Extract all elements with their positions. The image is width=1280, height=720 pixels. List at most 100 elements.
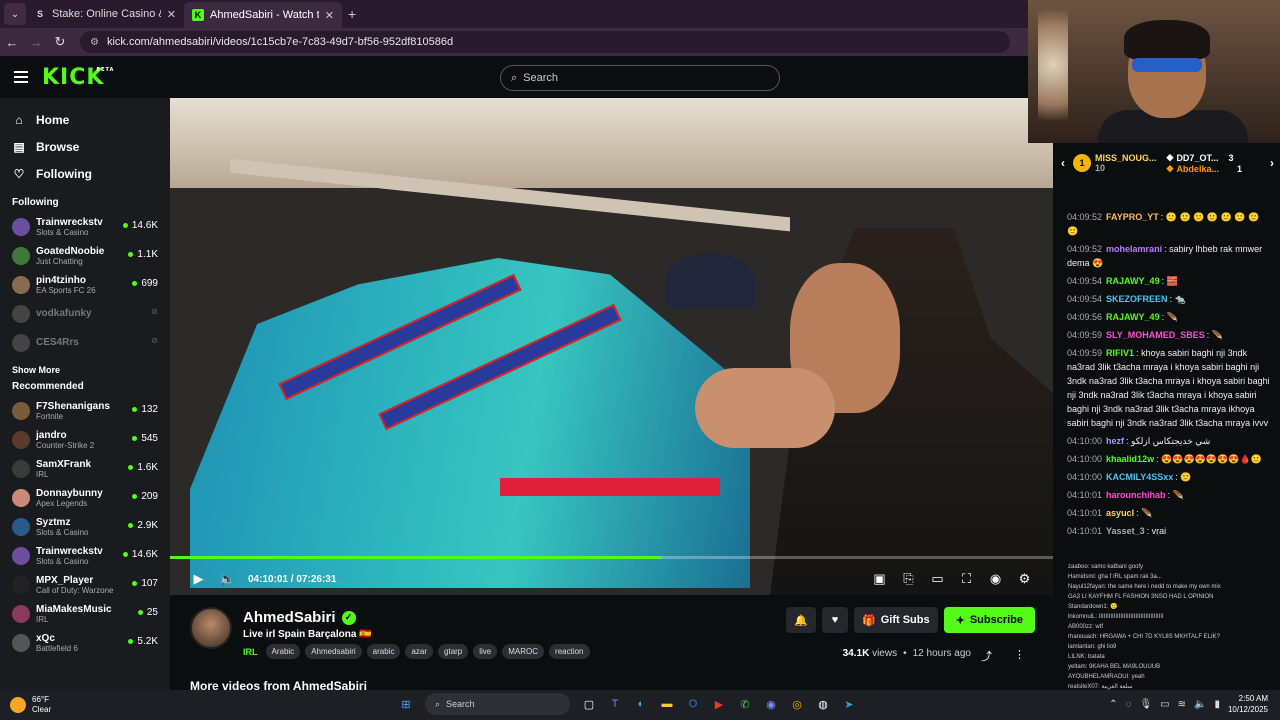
gifter-1[interactable]: 1 MISS_NOUG... 10: [1073, 153, 1157, 173]
channel-item[interactable]: xQc Battlefield 6 5.2K: [0, 628, 170, 657]
notify-bell-icon[interactable]: 🔔: [786, 607, 816, 633]
seek-bar[interactable]: [170, 556, 1053, 559]
tag-chip[interactable]: gtarp: [438, 644, 469, 659]
chat-username[interactable]: hezf: [1106, 436, 1124, 446]
channel-item[interactable]: Trainwreckstv Slots & Casino 14.6K: [0, 212, 170, 241]
wifi-icon[interactable]: ≋: [1178, 699, 1186, 710]
tag-chip[interactable]: reaction: [549, 644, 590, 659]
speed-icon[interactable]: ◉: [981, 571, 1010, 587]
task-view-icon[interactable]: ▢: [578, 693, 600, 715]
tag-chip[interactable]: live: [473, 644, 498, 659]
channel-item[interactable]: pin4tzinho EA Sports FC 26 699: [0, 270, 170, 299]
subscribe-button[interactable]: ✦ Subscribe: [943, 607, 1035, 633]
chat-username[interactable]: SLY_MOHAMED_SBES: [1106, 330, 1205, 340]
streamer-avatar[interactable]: [190, 607, 232, 649]
youtube-icon[interactable]: ▶: [708, 693, 730, 715]
tab-list-button[interactable]: ⌄: [4, 3, 26, 25]
show-more-button[interactable]: Show More: [0, 365, 170, 375]
sidebar-nav-browse[interactable]: ▤ Browse: [0, 133, 170, 160]
whatsapp-icon[interactable]: ✆: [734, 693, 756, 715]
chat-username[interactable]: RAJAWY_49: [1106, 312, 1160, 322]
chrome-icon[interactable]: ◎: [786, 693, 808, 715]
taskbar-search[interactable]: ⌕ Search: [425, 693, 570, 715]
outlook-icon[interactable]: O: [682, 693, 704, 715]
chat-username[interactable]: KACMILY4SSxx: [1106, 472, 1173, 482]
tag-chip[interactable]: azar: [405, 644, 434, 659]
tray-chevron-icon[interactable]: ⌃: [1109, 699, 1117, 710]
file-explorer-icon[interactable]: ▬: [656, 693, 678, 715]
theater-mode-icon[interactable]: ▭: [923, 571, 952, 587]
chat-username[interactable]: mohelamrani: [1106, 244, 1162, 254]
speaker-icon[interactable]: 🔈: [1194, 699, 1206, 710]
tag-chip[interactable]: Arabic: [265, 644, 301, 659]
kick-logo[interactable]: KICK BETA: [42, 65, 113, 90]
gifter-2[interactable]: ◆ DD7_OT... 3: [1167, 152, 1242, 163]
battery-icon[interactable]: ▮: [1214, 699, 1220, 710]
discord-icon[interactable]: ◉: [760, 693, 782, 715]
weather-widget[interactable]: 66°F Clear: [10, 695, 51, 715]
display-icon[interactable]: ▭: [1160, 699, 1169, 710]
chat-username[interactable]: SKEZOFREEN: [1106, 294, 1168, 304]
channel-item[interactable]: Donnaybunny Apex Legends 209: [0, 483, 170, 512]
chat-username[interactable]: Yasset_3: [1106, 526, 1145, 536]
pip-icon[interactable]: ▣: [865, 571, 894, 587]
reload-icon[interactable]: ↻: [48, 34, 72, 50]
channel-item[interactable]: CES4Rrs ⊘: [0, 328, 170, 357]
gift-subs-button[interactable]: 🎁 Gift Subs: [854, 607, 938, 633]
channel-item[interactable]: vodkafunky ⊘: [0, 299, 170, 328]
share-icon[interactable]: ⤴: [981, 648, 992, 664]
chat-username[interactable]: asyucl: [1106, 508, 1134, 518]
back-icon[interactable]: ←: [0, 35, 24, 50]
channel-item[interactable]: GoatedNoobie Just Chatting 1.1K: [0, 241, 170, 270]
category-link[interactable]: IRL: [243, 647, 258, 657]
chat-username[interactable]: FAYPRO_YT: [1106, 212, 1159, 222]
microphone-icon[interactable]: 🎙: [1139, 699, 1152, 710]
channel-item[interactable]: SamXFrank IRL 1.6K: [0, 454, 170, 483]
tab-kick[interactable]: K AhmedSabiri - Watch the VOD ✕: [184, 2, 342, 28]
tag-chip[interactable]: MAROC: [502, 644, 545, 659]
menu-icon[interactable]: [14, 71, 28, 83]
play-icon[interactable]: ▶: [184, 571, 213, 587]
url-field[interactable]: ⚙ kick.com/ahmedsabiri/videos/1c15cb7e-7…: [80, 31, 1010, 53]
teams-icon[interactable]: T: [604, 693, 626, 715]
sidebar-nav-home[interactable]: ⌂ Home: [0, 106, 170, 133]
tag-chip[interactable]: arabic: [366, 644, 401, 659]
edge-icon[interactable]: ◐: [630, 693, 652, 715]
channel-item[interactable]: MPX_Player Call of Duty: Warzone 107: [0, 570, 170, 599]
telegram-icon[interactable]: ➤: [838, 693, 860, 715]
channel-item[interactable]: Trainwreckstv Slots & Casino 14.6K: [0, 541, 170, 570]
channel-item[interactable]: F7Shenanigans Fortnite 132: [0, 396, 170, 425]
network-icon[interactable]: ◌: [1125, 699, 1131, 710]
close-tab-icon[interactable]: ✕: [325, 9, 334, 22]
tab-stake[interactable]: S Stake: Online Casino & Sports B ✕: [26, 2, 184, 26]
chat-username[interactable]: RIFIV1: [1106, 348, 1134, 358]
clip-icon[interactable]: ⎘: [894, 571, 923, 587]
video-player[interactable]: ▶ 🔈 04:10:01 / 07:26:31 ▣ ⎘ ▭ ⛶ ◉ ⚙: [170, 98, 1053, 595]
viewer-count: 545: [132, 433, 158, 444]
chat-username[interactable]: RAJAWY_49: [1106, 276, 1160, 286]
clock[interactable]: 2:50 AM 10/12/2025: [1228, 693, 1268, 715]
close-tab-icon[interactable]: ✕: [167, 8, 176, 21]
fullscreen-icon[interactable]: ⛶: [952, 571, 981, 587]
windows-start-icon[interactable]: ⊞: [395, 693, 417, 715]
follow-heart-icon[interactable]: ♥: [822, 607, 848, 633]
settings-icon[interactable]: ⚙: [1010, 571, 1039, 587]
search-input[interactable]: ⌕ Search: [500, 65, 780, 91]
obs-icon[interactable]: ◍: [812, 693, 834, 715]
new-tab-icon[interactable]: +: [348, 6, 356, 22]
streamer-name[interactable]: AhmedSabiri ✓: [243, 609, 356, 626]
more-options-icon[interactable]: ⋮: [1014, 648, 1025, 664]
channel-item[interactable]: MiaMakesMusic IRL 25: [0, 599, 170, 628]
channel-item[interactable]: Syztmz Slots & Casino 2.9K: [0, 512, 170, 541]
sidebar-nav-following[interactable]: ♡ Following: [0, 160, 170, 187]
site-info-icon[interactable]: ⚙: [90, 37, 99, 48]
forward-icon[interactable]: →: [24, 35, 48, 50]
tag-chip[interactable]: Ahmedsabiri: [305, 644, 362, 659]
chevron-right-icon[interactable]: ›: [1270, 156, 1274, 170]
chevron-left-icon[interactable]: ‹: [1061, 156, 1065, 170]
gifter-3[interactable]: ◆ Abdelka... 1: [1167, 163, 1242, 174]
chat-username[interactable]: harounchihab: [1106, 490, 1166, 500]
chat-username[interactable]: khaalid12w: [1106, 454, 1154, 464]
volume-icon[interactable]: 🔈: [213, 571, 242, 587]
channel-item[interactable]: jandro Counter-Strike 2 545: [0, 425, 170, 454]
